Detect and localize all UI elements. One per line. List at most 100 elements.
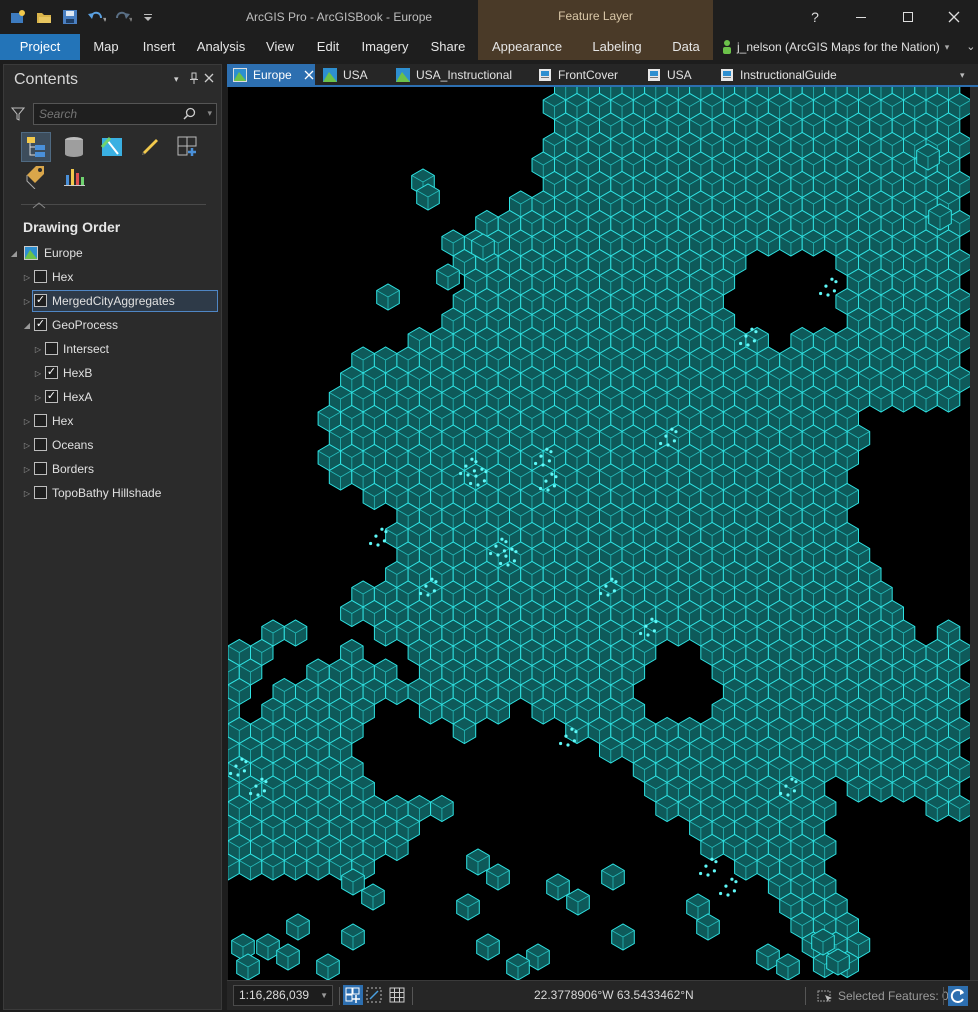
visibility-checkbox[interactable]: ✓ bbox=[45, 366, 58, 379]
tree-row-borders[interactable]: ▷ Borders bbox=[4, 458, 221, 480]
tab-analysis[interactable]: Analysis bbox=[190, 34, 252, 60]
visibility-checkbox[interactable] bbox=[34, 270, 47, 283]
list-by-data-source-icon[interactable] bbox=[59, 132, 89, 162]
tab-view[interactable]: View bbox=[260, 34, 300, 60]
collapse-icon[interactable]: ◢ bbox=[22, 321, 32, 330]
expand-icon[interactable]: ▷ bbox=[22, 489, 32, 498]
customize-toolbar-icon[interactable] bbox=[138, 7, 158, 27]
tab-labeling[interactable]: Labeling bbox=[586, 34, 648, 60]
window-title: ArcGIS Pro - ArcGISBook - Europe bbox=[246, 10, 433, 24]
tab-imagery[interactable]: Imagery bbox=[356, 34, 414, 60]
view-tab-label: USA bbox=[667, 68, 692, 82]
hex-map-canvas[interactable] bbox=[228, 87, 970, 980]
user-icon bbox=[723, 40, 731, 54]
grid-icon[interactable] bbox=[389, 987, 405, 1006]
list-by-snapping-icon[interactable] bbox=[173, 132, 203, 162]
tree-row-mergedcityaggregates[interactable]: ▷ ✓ MergedCityAggregates bbox=[4, 290, 221, 312]
list-by-drawing-order-icon[interactable] bbox=[21, 132, 51, 162]
tab-edit[interactable]: Edit bbox=[308, 34, 348, 60]
refresh-icon[interactable] bbox=[948, 986, 968, 1009]
close-pane-icon[interactable] bbox=[204, 72, 214, 86]
expand-icon[interactable]: ▷ bbox=[33, 369, 43, 378]
status-divider bbox=[412, 987, 413, 1005]
visibility-checkbox[interactable] bbox=[45, 342, 58, 355]
user-dropdown-icon: ▾ bbox=[944, 42, 950, 52]
visibility-checkbox[interactable]: ✓ bbox=[45, 390, 58, 403]
maximize-button[interactable] bbox=[893, 0, 923, 34]
status-divider bbox=[805, 987, 806, 1005]
list-by-editing-icon[interactable] bbox=[135, 132, 165, 162]
tab-appearance[interactable]: Appearance bbox=[486, 34, 568, 60]
expand-icon[interactable]: ▷ bbox=[22, 273, 32, 282]
new-project-icon[interactable] bbox=[8, 7, 28, 27]
search-icon[interactable] bbox=[183, 107, 196, 123]
expand-icon[interactable]: ▷ bbox=[22, 441, 32, 450]
tab-insert[interactable]: Insert bbox=[136, 34, 182, 60]
open-project-icon[interactable] bbox=[34, 7, 54, 27]
user-name: j_nelson (ArcGIS Maps for the Nation) bbox=[737, 40, 940, 54]
pane-options-icon[interactable]: ▾ bbox=[174, 74, 179, 85]
expand-icon[interactable]: ▷ bbox=[22, 297, 32, 306]
tree-row-intersect[interactable]: ▷ Intersect bbox=[4, 338, 221, 360]
map-scrollbar[interactable] bbox=[970, 87, 978, 980]
tab-share[interactable]: Share bbox=[422, 34, 474, 60]
tree-row-europe[interactable]: ◢ Europe bbox=[4, 242, 221, 264]
filter-icon[interactable] bbox=[10, 106, 26, 125]
scale-selector[interactable]: 1:16,286,039 ▼ bbox=[233, 985, 333, 1006]
view-tab-label: FrontCover bbox=[558, 68, 619, 82]
view-tab-europe[interactable]: Europe bbox=[227, 64, 315, 86]
status-divider bbox=[943, 987, 944, 1005]
view-tab-usa-layout[interactable]: USA bbox=[641, 64, 711, 86]
search-input[interactable] bbox=[34, 104, 174, 124]
selected-features[interactable]: Selected Features: 0 bbox=[817, 988, 949, 1004]
view-tab-usa[interactable]: USA bbox=[317, 64, 387, 86]
tree-row-hex[interactable]: ▷ Hex bbox=[4, 266, 221, 288]
visibility-checkbox[interactable] bbox=[34, 438, 47, 451]
close-window-button[interactable] bbox=[939, 0, 969, 34]
list-by-selection-icon[interactable] bbox=[97, 132, 127, 162]
search-box[interactable]: ▾ bbox=[33, 103, 217, 125]
tab-data[interactable]: Data bbox=[666, 34, 706, 60]
minimize-button[interactable] bbox=[846, 0, 876, 34]
view-tab-usa-instructional[interactable]: USA_Instructional bbox=[390, 64, 530, 86]
visibility-checkbox[interactable] bbox=[34, 486, 47, 499]
user-account[interactable]: j_nelson (ArcGIS Maps for the Nation) ▾ … bbox=[722, 34, 976, 60]
expand-icon[interactable]: ▷ bbox=[33, 345, 43, 354]
tab-project[interactable]: Project bbox=[0, 34, 80, 60]
tab-map[interactable]: Map bbox=[84, 34, 128, 60]
expand-icon[interactable]: ▷ bbox=[33, 393, 43, 402]
view-tab-frontcover[interactable]: FrontCover bbox=[532, 64, 637, 86]
redo-icon[interactable]: ▾ bbox=[112, 7, 132, 27]
map-view[interactable] bbox=[228, 87, 970, 980]
tree-row-geoprocess[interactable]: ◢ ✓ GeoProcess bbox=[4, 314, 221, 336]
collapse-icon[interactable]: ◢ bbox=[9, 249, 19, 258]
visibility-checkbox[interactable]: ✓ bbox=[34, 318, 47, 331]
tree-row-oceans[interactable]: ▷ Oceans bbox=[4, 434, 221, 456]
visibility-checkbox[interactable] bbox=[34, 414, 47, 427]
view-tab-instructionalguide[interactable]: InstructionalGuide bbox=[714, 64, 854, 86]
snapping-toggle-icon[interactable] bbox=[343, 985, 363, 1005]
visibility-checkbox[interactable] bbox=[34, 462, 47, 475]
tree-row-topobathy-hillshade[interactable]: ▷ TopoBathy Hillshade bbox=[4, 482, 221, 504]
pin-pane-icon[interactable] bbox=[189, 72, 199, 87]
tree-row-hex-2[interactable]: ▷ Hex bbox=[4, 410, 221, 432]
tab-overflow-icon[interactable]: ▾ bbox=[960, 70, 965, 81]
save-project-icon[interactable] bbox=[60, 7, 80, 27]
tree-row-hexb[interactable]: ▷ ✓ HexB bbox=[4, 362, 221, 384]
search-options-icon[interactable]: ▾ bbox=[207, 108, 212, 119]
expand-icon[interactable]: ▷ bbox=[22, 417, 32, 426]
view-tab-label: InstructionalGuide bbox=[740, 68, 837, 82]
tree-row-hexa[interactable]: ▷ ✓ HexA bbox=[4, 386, 221, 408]
visibility-checkbox[interactable]: ✓ bbox=[34, 294, 47, 307]
help-button[interactable]: ? bbox=[800, 0, 830, 34]
list-by-labeling-icon[interactable] bbox=[21, 162, 51, 192]
list-by-charts-icon[interactable] bbox=[59, 162, 89, 192]
layout-icon bbox=[721, 69, 733, 81]
undo-icon[interactable]: ▾ bbox=[86, 7, 106, 27]
scale-value: 1:16,286,039 bbox=[239, 988, 310, 1002]
expand-icon[interactable]: ▷ bbox=[22, 465, 32, 474]
close-icon[interactable] bbox=[304, 70, 314, 80]
grid-snap-icon[interactable] bbox=[366, 987, 382, 1006]
ribbon-collapse-icon[interactable]: ⌄ bbox=[966, 36, 975, 58]
chevron-down-icon: ▼ bbox=[320, 991, 328, 1000]
